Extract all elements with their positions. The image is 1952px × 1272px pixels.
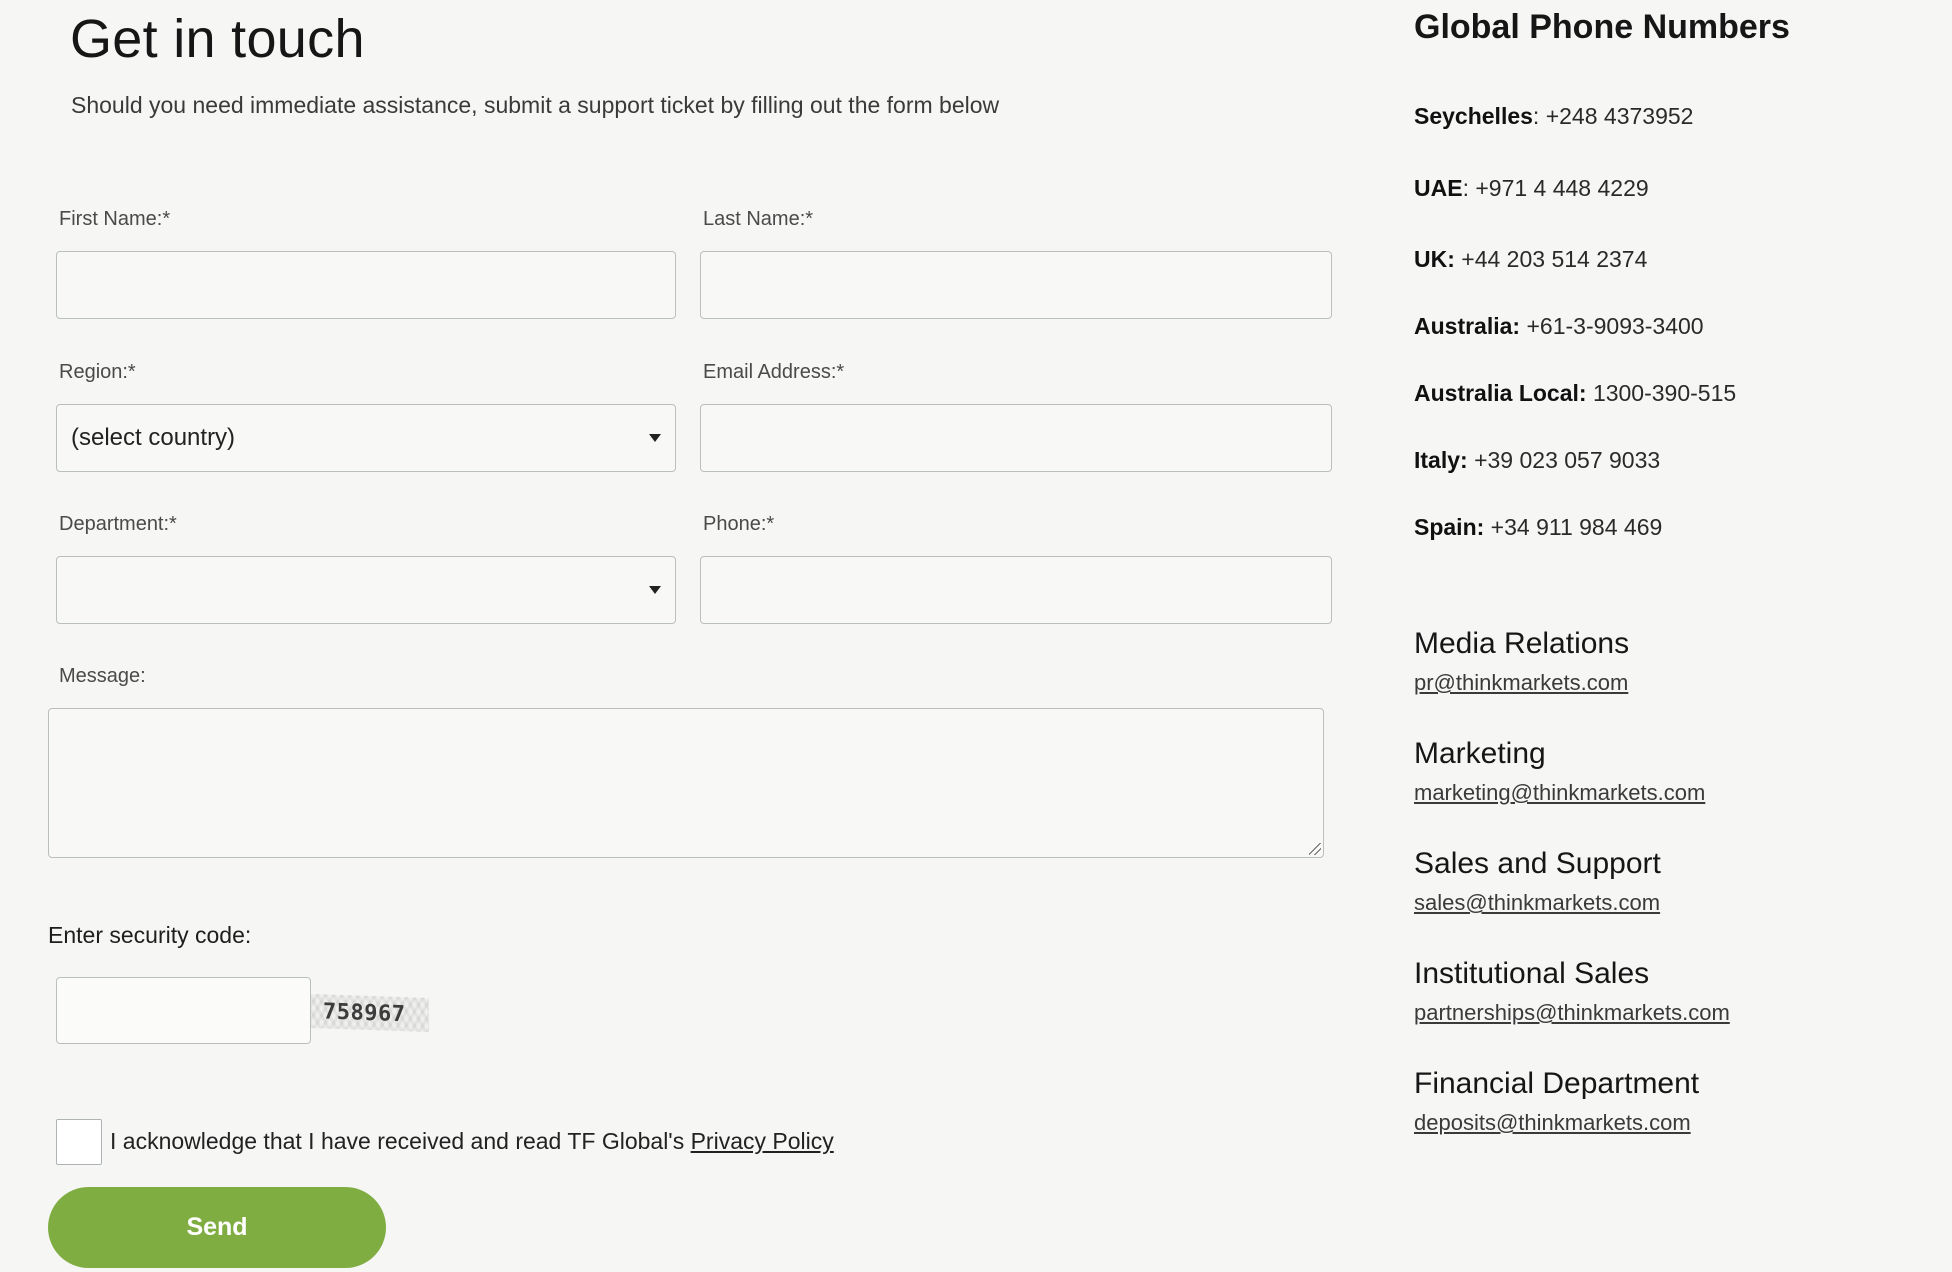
phone-number: +61-3-9093-3400: [1526, 313, 1704, 339]
privacy-policy-link[interactable]: Privacy Policy: [691, 1128, 834, 1154]
page-title: Get in touch: [70, 9, 365, 69]
security-code-label: Enter security code:: [48, 922, 252, 948]
contact-title-financial: Financial Department: [1414, 1067, 1700, 1100]
contact-info-sidebar: Global Phone Numbers Seychelles: +248 43…: [1414, 0, 1934, 1272]
contact-title-sales: Sales and Support: [1414, 847, 1661, 880]
contact-email-marketing[interactable]: marketing@thinkmarkets.com: [1414, 780, 1705, 806]
chevron-down-icon: [649, 586, 661, 594]
phone-label: Phone:*: [703, 513, 775, 535]
contact-title-media: Media Relations: [1414, 627, 1630, 660]
phone-input[interactable]: [700, 556, 1332, 624]
region-select[interactable]: (select country): [56, 404, 676, 472]
security-code-input[interactable]: [56, 977, 311, 1044]
phone-country: Spain:: [1414, 514, 1485, 540]
region-select-value: (select country): [71, 424, 236, 451]
first-name-label: First Name:*: [59, 208, 171, 230]
phone-country: Australia:: [1414, 313, 1521, 339]
message-textarea[interactable]: [48, 708, 1324, 858]
phone-item-uk: UK: +44 203 514 2374: [1414, 246, 1647, 273]
privacy-ack-text: I acknowledge that I have received and r…: [110, 1128, 834, 1155]
privacy-ack-label: I acknowledge that I have received and r…: [110, 1128, 691, 1154]
department-label: Department:*: [59, 513, 177, 535]
phone-separator: :: [1462, 175, 1476, 201]
phone-number: +44 203 514 2374: [1461, 246, 1648, 272]
last-name-input[interactable]: [700, 251, 1332, 319]
contact-title-institutional: Institutional Sales: [1414, 957, 1650, 990]
phone-country: Australia Local:: [1414, 380, 1587, 406]
phone-item-spain: Spain: +34 911 984 469: [1414, 514, 1662, 541]
last-name-label: Last Name:*: [703, 208, 814, 230]
phone-country: UAE: [1414, 175, 1463, 201]
contact-email-media[interactable]: pr@thinkmarkets.com: [1414, 670, 1628, 696]
resize-grip-icon[interactable]: [1309, 843, 1321, 855]
phone-number: +248 4373952: [1545, 103, 1694, 129]
phone-item-uae: UAE: +971 4 448 4229: [1414, 175, 1649, 202]
phone-number: +971 4 448 4229: [1475, 175, 1649, 201]
phone-country: Italy:: [1414, 447, 1468, 473]
phone-item-seychelles: Seychelles: +248 4373952: [1414, 103, 1693, 130]
region-label: Region:*: [59, 361, 136, 383]
contact-email-institutional[interactable]: partnerships@thinkmarkets.com: [1414, 1000, 1730, 1026]
phone-item-australia: Australia: +61-3-9093-3400: [1414, 313, 1704, 340]
phone-item-italy: Italy: +39 023 057 9033: [1414, 447, 1660, 474]
phone-number: 1300-390-515: [1592, 380, 1737, 406]
department-select[interactable]: [56, 556, 676, 624]
send-button[interactable]: Send: [48, 1187, 386, 1268]
phone-separator: :: [1532, 103, 1546, 129]
contact-email-sales[interactable]: sales@thinkmarkets.com: [1414, 890, 1660, 916]
email-label: Email Address:*: [703, 361, 845, 383]
phone-country: UK:: [1414, 246, 1455, 272]
phone-number: +39 023 057 9033: [1474, 447, 1661, 473]
captcha-image: 758967: [311, 993, 429, 1033]
contact-email-financial[interactable]: deposits@thinkmarkets.com: [1414, 1110, 1691, 1136]
page-subtitle: Should you need immediate assistance, su…: [71, 92, 1000, 118]
first-name-input[interactable]: [56, 251, 676, 319]
privacy-ack-checkbox[interactable]: [56, 1119, 102, 1165]
chevron-down-icon: [649, 434, 661, 442]
contact-title-marketing: Marketing: [1414, 737, 1546, 770]
phone-numbers-title: Global Phone Numbers: [1414, 8, 1790, 46]
email-input[interactable]: [700, 404, 1332, 472]
phone-country: Seychelles: [1414, 103, 1533, 129]
contact-form-section: Get in touch Should you need immediate a…: [0, 0, 1380, 1272]
phone-item-australia-local: Australia Local: 1300-390-515: [1414, 380, 1736, 407]
phone-number: +34 911 984 469: [1490, 514, 1663, 540]
message-label: Message:: [59, 665, 146, 687]
